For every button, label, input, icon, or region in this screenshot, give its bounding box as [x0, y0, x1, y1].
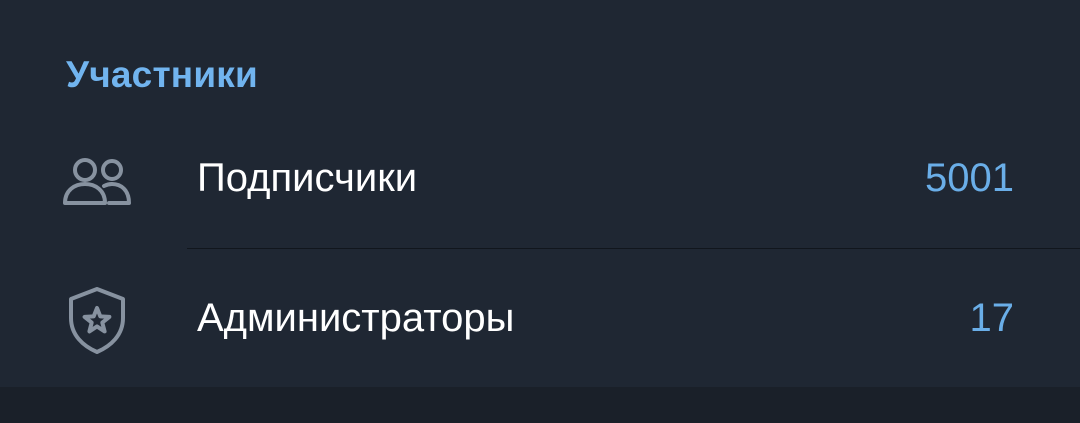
- admin-shield-star-icon: [69, 287, 125, 354]
- subscribers-row[interactable]: Подписчики 5001: [0, 112, 1080, 248]
- section-bottom-spacer: [0, 387, 1080, 423]
- row-divider: [187, 248, 1080, 249]
- subscribers-label: Подписчики: [197, 156, 418, 200]
- administrators-label: Администраторы: [197, 296, 515, 340]
- subscribers-count: 5001: [925, 156, 1014, 200]
- administrators-row[interactable]: Администраторы 17: [0, 250, 1080, 386]
- administrators-count: 17: [969, 296, 1015, 340]
- section-title: Участники: [66, 54, 258, 95]
- members-section: Участники Подписчики 5001 Администраторы…: [0, 0, 1080, 387]
- people-icon: [63, 158, 131, 205]
